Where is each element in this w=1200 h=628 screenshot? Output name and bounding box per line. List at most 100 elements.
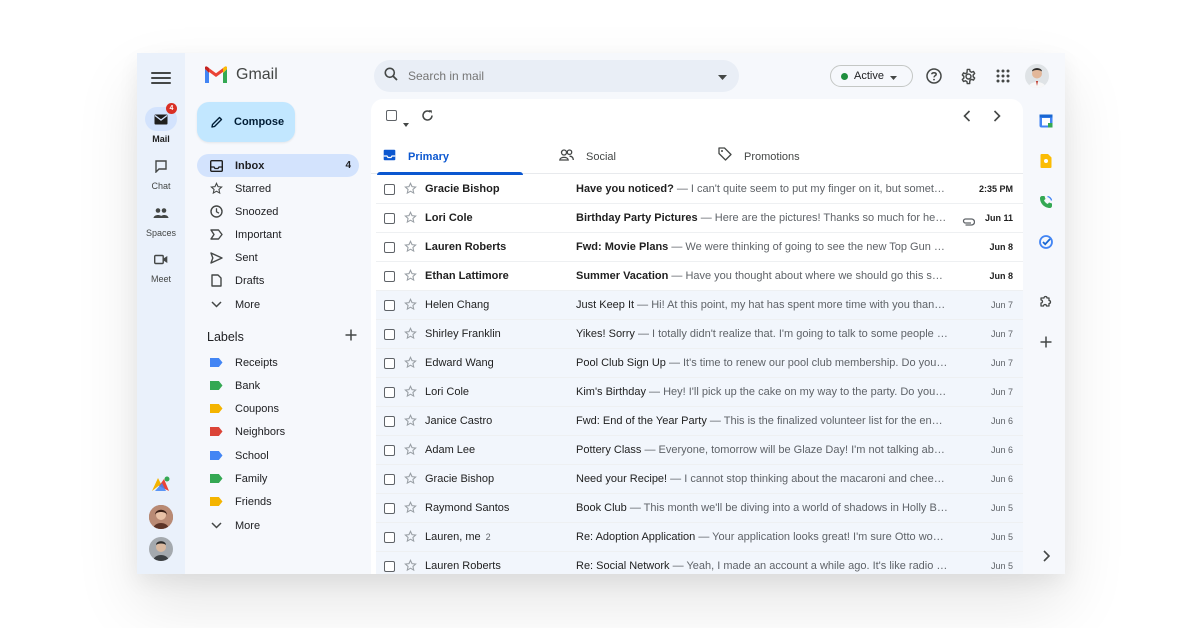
email-row[interactable]: Lori Cole Kim's Birthday — Hey! I'll pick…	[376, 378, 1023, 407]
email-select-checkbox[interactable]	[384, 415, 395, 427]
email-row[interactable]: Lori Cole Birthday Party Pictures — Here …	[376, 204, 1023, 233]
workspace-app-icon[interactable]	[149, 473, 173, 497]
rail-item-spaces[interactable]: Spaces	[137, 201, 185, 238]
attachment-icon[interactable]	[962, 213, 976, 231]
star-icon[interactable]	[404, 356, 417, 374]
label-neighbors[interactable]: Neighbors	[197, 420, 359, 443]
email-select-checkbox[interactable]	[384, 473, 395, 485]
star-icon[interactable]	[404, 530, 417, 548]
status-label: Active	[854, 70, 884, 82]
nav-item-more[interactable]: More	[197, 293, 359, 316]
rail-label-mail: Mail	[152, 134, 170, 144]
tab-social[interactable]: Social	[547, 139, 699, 174]
email-select-checkbox[interactable]	[384, 357, 395, 369]
sender-name: Adam Lee	[425, 444, 476, 456]
email-row[interactable]: Janice Castro Fwd: End of the Year Party …	[376, 407, 1023, 436]
gmail-logo[interactable]: Gmail	[204, 66, 278, 84]
nav-item-inbox[interactable]: Inbox 4	[197, 154, 359, 177]
star-icon[interactable]	[404, 182, 417, 200]
star-icon[interactable]	[404, 559, 417, 574]
label-bank[interactable]: Bank	[197, 374, 359, 397]
email-select-checkbox[interactable]	[384, 212, 395, 224]
voice-phone-icon[interactable]	[1037, 193, 1055, 211]
star-icon[interactable]	[404, 240, 417, 258]
status-dropdown[interactable]: Active	[830, 65, 913, 87]
nav-item-drafts[interactable]: Drafts	[197, 269, 359, 292]
tab-primary[interactable]: Primary	[371, 139, 523, 175]
label-school[interactable]: School	[197, 444, 359, 467]
email-subject: Fwd: End of the Year Party	[576, 415, 707, 427]
select-options-icon[interactable]	[403, 114, 409, 132]
star-icon[interactable]	[404, 269, 417, 287]
newer-page-chevron-right-icon[interactable]	[993, 109, 1001, 127]
calendar-icon[interactable]	[1037, 112, 1055, 130]
labels-more[interactable]: More	[197, 514, 359, 537]
star-icon[interactable]	[404, 211, 417, 229]
keep-icon[interactable]	[1037, 152, 1055, 170]
star-icon[interactable]	[404, 298, 417, 316]
nav-item-snoozed[interactable]: Snoozed	[197, 200, 359, 223]
email-select-checkbox[interactable]	[384, 183, 395, 195]
email-row[interactable]: Lauren, me 2 Re: Adoption Application — Yo…	[376, 523, 1023, 552]
email-select-checkbox[interactable]	[384, 386, 395, 398]
help-icon[interactable]	[924, 66, 944, 86]
email-row[interactable]: Gracie Bishop Need your Recipe! — I canno…	[376, 465, 1023, 494]
star-icon[interactable]	[404, 327, 417, 345]
email-row[interactable]: Edward Wang Pool Club Sign Up — It's time…	[376, 349, 1023, 378]
email-list: Gracie Bishop Have you noticed? — I can't…	[376, 175, 1023, 574]
email-select-checkbox[interactable]	[384, 241, 395, 253]
email-content: Kim's Birthday — Hey! I'll pick up the c…	[576, 386, 948, 398]
email-select-checkbox[interactable]	[384, 328, 395, 340]
email-select-checkbox[interactable]	[384, 560, 395, 572]
account-avatar[interactable]	[1025, 64, 1049, 88]
label-coupons[interactable]: Coupons	[197, 397, 359, 420]
email-row[interactable]: Shirley Franklin Yikes! Sorry — I totally…	[376, 320, 1023, 349]
contact-avatar-2[interactable]	[149, 537, 173, 561]
star-icon[interactable]	[404, 385, 417, 403]
expand-panel-chevron-right-icon[interactable]	[1037, 547, 1055, 565]
add-icon[interactable]	[1037, 333, 1055, 351]
email-select-checkbox[interactable]	[384, 299, 395, 311]
email-row[interactable]: Helen Chang Just Keep It — Hi! At this po…	[376, 291, 1023, 320]
star-icon[interactable]	[404, 472, 417, 490]
search-icon[interactable]	[384, 67, 398, 86]
email-row[interactable]: Adam Lee Pottery Class — Everyone, tomorr…	[376, 436, 1023, 465]
nav-item-sent[interactable]: Sent	[197, 246, 359, 269]
email-select-checkbox[interactable]	[384, 444, 395, 456]
star-icon[interactable]	[404, 414, 417, 432]
tasks-icon[interactable]	[1037, 233, 1055, 251]
label-friends[interactable]: Friends	[197, 490, 359, 513]
add-label-icon[interactable]	[345, 328, 357, 346]
label-receipts[interactable]: Receipts	[197, 351, 359, 374]
email-snippet: — Hi! At this point, my hat has spent mo…	[634, 299, 948, 311]
email-row[interactable]: Raymond Santos Book Club — This month we'…	[376, 494, 1023, 523]
refresh-icon[interactable]	[421, 109, 434, 127]
nav-item-important[interactable]: Important	[197, 223, 359, 246]
email-select-checkbox[interactable]	[384, 502, 395, 514]
email-row[interactable]: Lauren Roberts Re: Social Network — Yeah,…	[376, 552, 1023, 574]
select-all-checkbox[interactable]	[386, 110, 397, 121]
rail-item-chat[interactable]: Chat	[137, 154, 185, 191]
rail-item-mail[interactable]: 4 Mail	[137, 103, 185, 144]
email-row[interactable]: Lauren Roberts Fwd: Movie Plans — We were…	[376, 233, 1023, 262]
email-row[interactable]: Ethan Lattimore Summer Vacation — Have yo…	[376, 262, 1023, 291]
search-input[interactable]	[408, 69, 708, 83]
add-ons-puzzle-icon[interactable]	[1037, 292, 1055, 310]
apps-grid-icon[interactable]	[993, 66, 1013, 86]
search-options-icon[interactable]	[718, 67, 727, 85]
email-subject: Summer Vacation	[576, 270, 669, 282]
star-icon[interactable]	[404, 443, 417, 461]
older-page-chevron-left-icon[interactable]	[963, 109, 971, 127]
email-select-checkbox[interactable]	[384, 270, 395, 282]
email-select-checkbox[interactable]	[384, 531, 395, 543]
nav-item-starred[interactable]: Starred	[197, 177, 359, 200]
contact-avatar-1[interactable]	[149, 505, 173, 529]
compose-button[interactable]: Compose	[197, 102, 295, 142]
main-menu-icon[interactable]	[151, 69, 171, 85]
rail-item-meet[interactable]: Meet	[137, 247, 185, 284]
settings-gear-icon[interactable]	[958, 66, 978, 86]
tab-promotions[interactable]: Promotions	[706, 139, 866, 174]
label-family[interactable]: Family	[197, 467, 359, 490]
email-row[interactable]: Gracie Bishop Have you noticed? — I can't…	[376, 175, 1023, 204]
star-icon[interactable]	[404, 501, 417, 519]
